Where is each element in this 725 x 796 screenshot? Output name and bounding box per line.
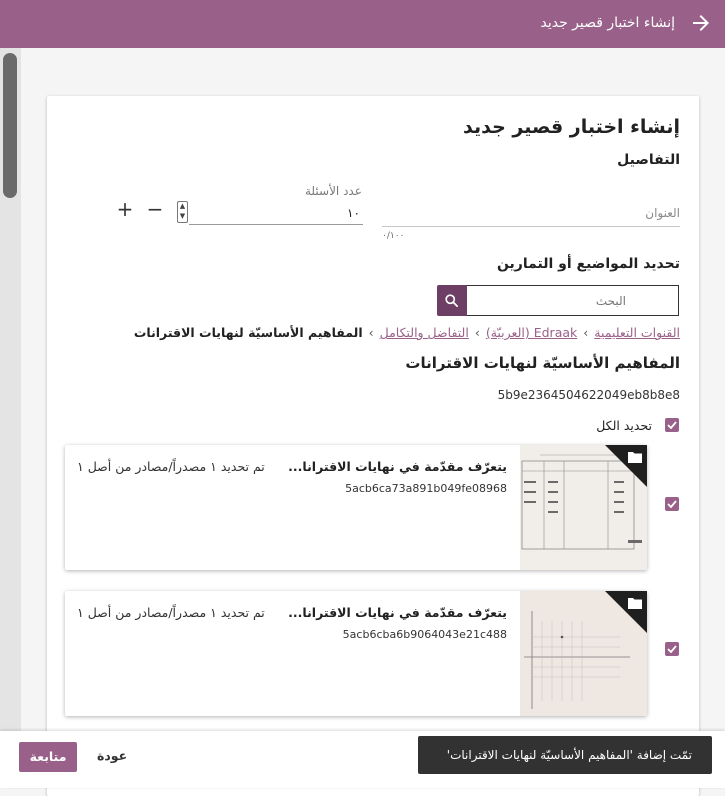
breadcrumb: القنوات التعليمية › Edraak (العربيّة) › التف… <box>134 325 680 340</box>
number-spinner[interactable]: ▲ ▼ <box>177 201 188 223</box>
scrollbar-thumb[interactable] <box>3 53 17 198</box>
page-title: إنشاء اختبار قصير جديد <box>463 116 680 138</box>
resource-title[interactable]: يتعرّف مقدّمة في نهايات الاقترانا... <box>288 605 507 620</box>
resource-id: 5acb6cba6b9064043e21c488 <box>342 628 507 641</box>
continue-button[interactable]: متابعة <box>19 742 77 772</box>
resource-checkbox[interactable] <box>665 642 679 656</box>
details-heading: التفاصيل <box>617 152 680 168</box>
resource-id: 5acb6ca73a891b049fe08968 <box>345 482 507 495</box>
check-icon <box>667 421 677 429</box>
select-all-label[interactable]: تحديد الكل <box>596 418 652 433</box>
resource-card[interactable]: يتعرّف مقدّمة في نهايات الاقترانا... 5ac… <box>65 445 647 570</box>
folder-icon <box>628 452 642 463</box>
spinner-down-icon[interactable]: ▼ <box>179 212 186 221</box>
search-icon <box>445 294 458 307</box>
breadcrumb-calculus[interactable]: التفاضل والتكامل <box>380 325 469 340</box>
breadcrumb-separator: › <box>474 325 480 340</box>
increment-button[interactable]: + <box>115 197 135 221</box>
app-bar: إنشاء اختبار قصير جديد <box>0 0 725 48</box>
search-input[interactable] <box>467 285 679 316</box>
check-icon <box>667 645 677 653</box>
topic-id: 5b9e2364504622049eb8b8e8 <box>497 388 680 402</box>
resource-title[interactable]: يتعرّف مقدّمة في نهايات الاقترانا... <box>288 459 507 474</box>
title-char-counter: ٠/١٠٠ <box>382 231 405 241</box>
topic-title: المفاهيم الأساسيّة لنهايات الاقترانات <box>405 354 680 372</box>
breadcrumb-separator: › <box>583 325 589 340</box>
resource-selected-count: تم تحديد ١ مصدراً/مصادر من أصل ١ <box>77 459 265 474</box>
check-icon <box>667 500 677 508</box>
arrow-right-icon[interactable] <box>689 11 713 35</box>
folder-icon <box>628 598 642 609</box>
quiz-form-card: إنشاء اختبار قصير جديد التفاصيل العنوان … <box>47 96 699 796</box>
question-count-label: عدد الأسئلة <box>305 184 362 198</box>
select-topics-heading: تحديد المواضيع أو التمارين <box>496 256 680 272</box>
resource-thumbnail <box>520 445 647 570</box>
spinner-up-icon[interactable]: ▲ <box>179 202 186 211</box>
select-all-checkbox[interactable] <box>665 418 679 432</box>
resource-checkbox[interactable] <box>665 497 679 511</box>
back-button[interactable]: عودة <box>97 748 127 763</box>
breadcrumb-separator: › <box>368 325 374 340</box>
resource-selected-count: تم تحديد ١ مصدراً/مصادر من أصل ١ <box>77 605 265 620</box>
title-field[interactable] <box>382 226 680 227</box>
question-count-input[interactable]: ١٠ <box>347 206 360 220</box>
snackbar-message: تمّت إضافة 'المفاهيم الأساسيّة لنهايات ا… <box>418 736 712 774</box>
breadcrumb-edraak[interactable]: Edraak (العربيّة) <box>486 325 577 340</box>
decrement-button[interactable]: − <box>145 197 165 221</box>
resource-thumbnail <box>520 591 647 716</box>
resource-card[interactable]: يتعرّف مقدّمة في نهايات الاقترانا... 5ac… <box>65 591 647 716</box>
breadcrumb-current: المفاهيم الأساسيّة لنهايات الاقترانات <box>133 325 363 340</box>
question-count-underline <box>189 224 363 225</box>
app-bar-title: إنشاء اختبار قصير جديد <box>540 15 675 31</box>
search-button[interactable] <box>437 285 467 316</box>
title-field-placeholder[interactable]: العنوان <box>645 206 680 220</box>
breadcrumb-channels[interactable]: القنوات التعليمية <box>594 325 680 340</box>
